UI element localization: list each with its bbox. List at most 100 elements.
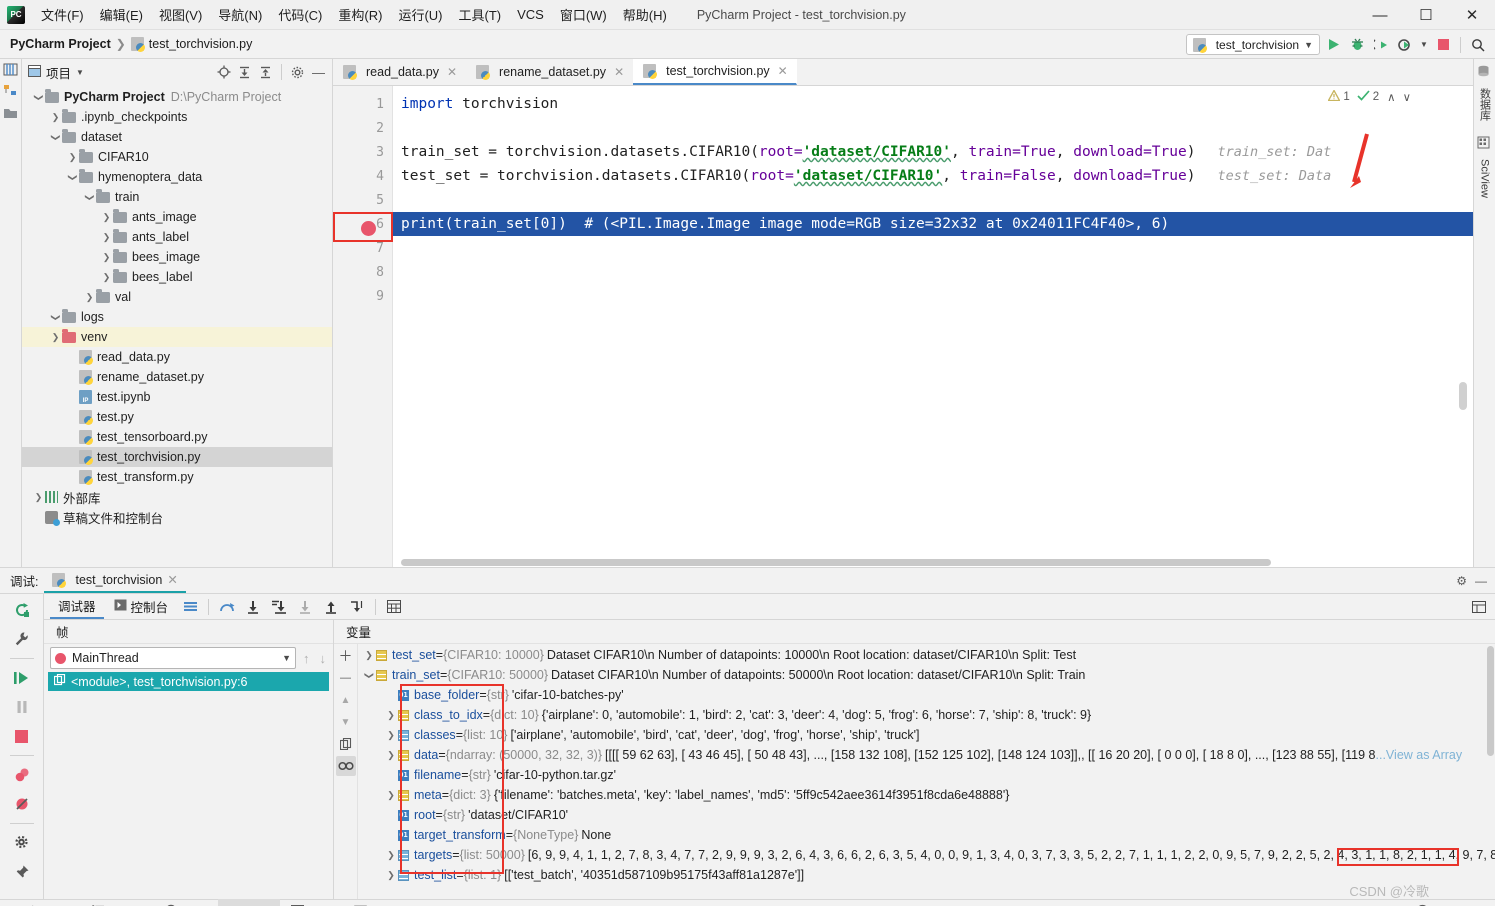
- debug-icon[interactable]: [1346, 34, 1368, 56]
- menu-view[interactable]: 视图(V): [151, 1, 210, 28]
- tree-item-test.py[interactable]: test.py: [22, 407, 332, 427]
- variables-scrollbar[interactable]: [1486, 644, 1495, 899]
- code-line-6[interactable]: print(train_set[0]) # (<PIL.Image.Image …: [393, 212, 1473, 236]
- minimize-button[interactable]: —: [1357, 0, 1403, 30]
- code-line-9[interactable]: [393, 284, 1473, 308]
- pin-icon[interactable]: [9, 859, 35, 885]
- tree-item-bees_image[interactable]: ❯ bees_image: [22, 247, 332, 267]
- step-out-icon[interactable]: [319, 596, 343, 618]
- chevron-right-icon[interactable]: ❯: [32, 491, 45, 504]
- variable-row-train_set[interactable]: ❯ train_set = {CIFAR10: 50000} Dataset CIF…: [358, 665, 1495, 685]
- step-over-icon[interactable]: [215, 596, 239, 618]
- close-icon[interactable]: ✕: [614, 65, 624, 79]
- frame-up-icon[interactable]: ↑: [300, 651, 313, 666]
- chevron-right-icon[interactable]: ❯: [384, 870, 398, 881]
- status-terminal[interactable]: 终端: [282, 899, 343, 906]
- tree-item-ants_label[interactable]: ❯ ants_label: [22, 227, 332, 247]
- code-line-3[interactable]: train_set = torchvision.datasets.CIFAR10…: [393, 140, 1473, 164]
- folder-tab-icon[interactable]: [3, 107, 19, 121]
- variable-row-target_transform[interactable]: 01 target_transform = {NoneType} None: [358, 825, 1495, 845]
- tree-item---------[interactable]: 草稿文件和控制台: [22, 507, 332, 527]
- tree-item-ants_image[interactable]: ❯ ants_image: [22, 207, 332, 227]
- project-tree[interactable]: ❯ PyCharm Project D:\PyCharm Project ❯ .ipyn…: [22, 85, 332, 567]
- hide-icon[interactable]: —: [1475, 574, 1487, 588]
- run-configuration-selector[interactable]: test_torchvision ▼: [1185, 34, 1320, 55]
- variable-row-targets[interactable]: ❯ targets = {list: 50000} [6, 9, 9, 4, 1, …: [358, 845, 1495, 865]
- status-debug[interactable]: 调试: [217, 899, 280, 906]
- move-down-icon[interactable]: ▼: [336, 712, 356, 732]
- menu-run[interactable]: 运行(U): [390, 1, 450, 28]
- status-python-console[interactable]: Python 控制台: [345, 899, 466, 906]
- tree-item-dataset[interactable]: ❯ dataset: [22, 127, 332, 147]
- settings-wrench-icon[interactable]: [9, 626, 35, 652]
- close-icon[interactable]: ✕: [167, 572, 177, 587]
- menu-file[interactable]: 文件(F): [33, 1, 92, 28]
- editor-tab-read_data-py[interactable]: read_data.py ✕: [333, 59, 466, 85]
- chevron-right-icon[interactable]: ❯: [384, 790, 398, 801]
- menu-tools[interactable]: 工具(T): [450, 1, 509, 28]
- tree-item-read_data.py[interactable]: read_data.py: [22, 347, 332, 367]
- chevron-right-icon[interactable]: ❯: [100, 231, 113, 244]
- chevron-right-icon[interactable]: ❯: [100, 271, 113, 284]
- menu-help[interactable]: 帮助(H): [615, 1, 675, 28]
- tree-item----[interactable]: ❯ 外部库: [22, 487, 332, 507]
- frame-down-icon[interactable]: ↓: [317, 651, 330, 666]
- scrollbar-thumb[interactable]: [1487, 646, 1494, 756]
- coverage-icon[interactable]: [1370, 34, 1392, 56]
- status-todo[interactable]: TODO: [83, 902, 154, 906]
- tree-item-venv[interactable]: ❯ venv: [22, 327, 332, 347]
- variable-row-test_list[interactable]: ❯ test_list = {list: 1} [['test_batch', '4…: [358, 865, 1495, 885]
- maximize-button[interactable]: ☐: [1403, 0, 1449, 30]
- editor-tab-test_torchvision-py[interactable]: test_torchvision.py ✕: [633, 59, 797, 85]
- mute-breakpoints-icon[interactable]: [9, 762, 35, 788]
- settings-icon[interactable]: [288, 63, 307, 82]
- chevron-right-icon[interactable]: ❯: [384, 730, 398, 741]
- variable-row-class_to_idx[interactable]: ❯ class_to_idx = {dict: 10} {'airplane': 0…: [358, 705, 1495, 725]
- variable-row-base_folder[interactable]: 01 base_folder = {str}'cifar-10-batches-p…: [358, 685, 1495, 705]
- tree-item-rename_dataset.py[interactable]: rename_dataset.py: [22, 367, 332, 387]
- breadcrumb-file[interactable]: test_torchvision.py: [149, 37, 253, 51]
- editor-gutter[interactable]: 123456789: [333, 86, 393, 567]
- close-icon[interactable]: ✕: [447, 65, 457, 79]
- show-console-icon[interactable]: [178, 596, 202, 618]
- chevron-down-icon[interactable]: ❯: [66, 171, 79, 184]
- resume-icon[interactable]: [9, 665, 35, 691]
- chevron-right-icon[interactable]: ❯: [362, 650, 376, 661]
- expand-all-icon[interactable]: [235, 63, 254, 82]
- chevron-right-icon[interactable]: ❯: [49, 331, 62, 344]
- code-content[interactable]: import torchvision train_set = torchvisio…: [393, 86, 1473, 567]
- profile-icon[interactable]: [1394, 34, 1416, 56]
- chevron-down-icon[interactable]: ❯: [49, 131, 62, 144]
- watches-icon[interactable]: [335, 756, 356, 776]
- menu-vcs[interactable]: VCS: [509, 3, 552, 26]
- menu-window[interactable]: 窗口(W): [552, 1, 615, 28]
- tree-item-train[interactable]: ❯ train: [22, 187, 332, 207]
- database-tab-label[interactable]: 数据库: [1476, 85, 1494, 124]
- close-button[interactable]: ✕: [1449, 0, 1495, 30]
- view-breakpoints-icon[interactable]: [9, 791, 35, 817]
- rerun-icon[interactable]: [9, 597, 35, 623]
- horizontal-scrollbar[interactable]: [393, 558, 1473, 567]
- prev-problem-icon[interactable]: ∧: [1387, 90, 1395, 104]
- tree-item-bees_label[interactable]: ❯ bees_label: [22, 267, 332, 287]
- chevron-right-icon[interactable]: ❯: [100, 251, 113, 264]
- search-icon[interactable]: [1467, 34, 1489, 56]
- tree-item-val[interactable]: ❯ val: [22, 287, 332, 307]
- code-line-5[interactable]: [393, 188, 1473, 212]
- frame-list-item[interactable]: <module>, test_torchvision.py:6: [48, 672, 329, 691]
- breakpoint-icon[interactable]: [361, 221, 376, 236]
- menu-code[interactable]: 代码(C): [270, 1, 330, 28]
- variable-row-data[interactable]: ❯ data = {ndarray: (50000, 32, 32, 3)}[[[…: [358, 745, 1495, 765]
- gear-icon[interactable]: ⚙: [1456, 574, 1467, 588]
- chevron-right-icon[interactable]: ❯: [83, 291, 96, 304]
- force-step-into-icon[interactable]: [267, 596, 291, 618]
- step-into-icon[interactable]: [241, 596, 265, 618]
- layout-settings-icon[interactable]: [1471, 596, 1495, 618]
- variable-expand-link[interactable]: ...View as Array: [1376, 748, 1463, 762]
- chevron-down-icon[interactable]: ❯: [32, 91, 45, 104]
- code-line-2[interactable]: [393, 116, 1473, 140]
- code-line-4[interactable]: test_set = torchvision.datasets.CIFAR10(…: [393, 164, 1473, 188]
- variable-row-filename[interactable]: 01 filename = {str}'cifar-10-python.tar.g…: [358, 765, 1495, 785]
- chevron-right-icon[interactable]: ❯: [100, 211, 113, 224]
- variable-row-meta[interactable]: ❯ meta = {dict: 3} {'filename': 'batches.m…: [358, 785, 1495, 805]
